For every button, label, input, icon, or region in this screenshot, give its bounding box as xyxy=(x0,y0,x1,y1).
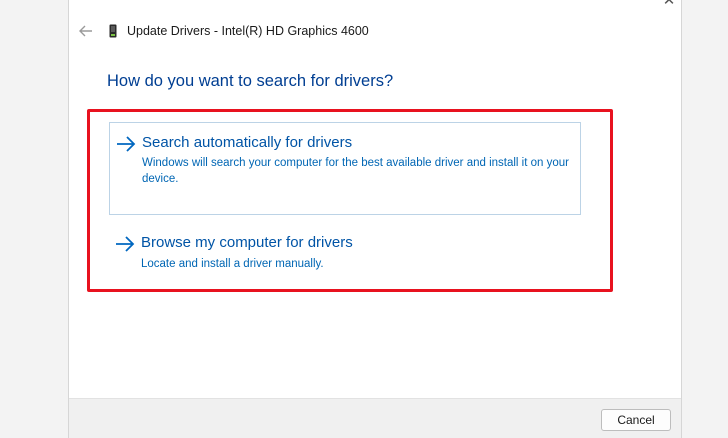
option-description: Locate and install a driver manually. xyxy=(141,258,324,270)
right-arrow-icon xyxy=(117,136,136,152)
dialog-footer: Cancel xyxy=(69,398,681,438)
back-arrow-icon xyxy=(79,25,92,37)
back-button[interactable] xyxy=(77,21,95,41)
search-automatically-option[interactable]: Search automatically for drivers Windows… xyxy=(109,122,581,215)
right-arrow-icon xyxy=(116,236,135,252)
option-title: Search automatically for drivers xyxy=(142,134,353,151)
browse-computer-option[interactable]: Browse my computer for drivers Locate an… xyxy=(109,226,581,286)
option-description: Windows will search your computer for th… xyxy=(142,157,569,185)
option-title: Browse my computer for drivers xyxy=(141,234,353,251)
cancel-button[interactable]: Cancel xyxy=(601,409,671,431)
close-icon: ✕ xyxy=(662,0,676,9)
close-button[interactable]: ✕ xyxy=(657,0,681,9)
window-title: Update Drivers - Intel(R) HD Graphics 46… xyxy=(127,24,369,38)
display-adapter-icon xyxy=(109,24,117,38)
page-heading: How do you want to search for drivers? xyxy=(107,72,394,90)
title-bar: Update Drivers - Intel(R) HD Graphics 46… xyxy=(69,18,681,46)
update-drivers-dialog: ✕ Update Drivers - Intel(R) HD Graphics … xyxy=(68,0,682,438)
